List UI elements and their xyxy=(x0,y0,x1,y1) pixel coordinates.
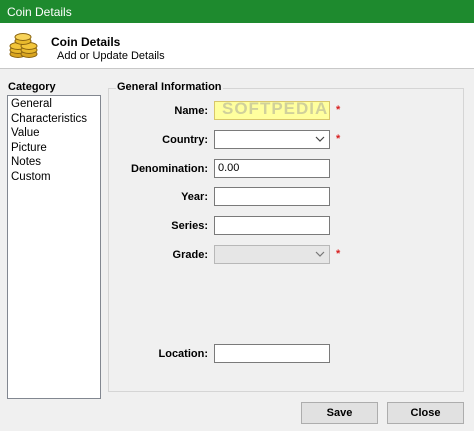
year-label: Year: xyxy=(181,191,208,203)
category-item-custom[interactable]: Custom xyxy=(11,170,97,185)
header-subtitle: Add or Update Details xyxy=(57,50,165,62)
category-item-characteristics[interactable]: Characteristics xyxy=(11,112,97,127)
chevron-down-icon xyxy=(315,136,325,142)
category-label: Category xyxy=(8,81,56,93)
category-item-notes[interactable]: Notes xyxy=(11,155,97,170)
denomination-input[interactable]: 0.00 xyxy=(214,159,330,178)
window-title: Coin Details xyxy=(7,5,72,19)
location-label: Location: xyxy=(158,348,209,360)
grade-label: Grade: xyxy=(172,249,208,261)
save-button[interactable]: Save xyxy=(301,402,378,424)
watermark: SOFTPEDIA xyxy=(222,99,329,118)
country-select[interactable] xyxy=(214,130,330,149)
chevron-down-icon xyxy=(315,251,325,257)
location-input[interactable] xyxy=(214,344,330,363)
grade-select[interactable] xyxy=(214,245,330,264)
category-list[interactable]: General Characteristics Value Picture No… xyxy=(7,95,101,399)
series-input[interactable] xyxy=(214,216,330,235)
category-item-general[interactable]: General xyxy=(11,97,97,112)
header-title: Coin Details xyxy=(51,35,121,49)
name-required-marker: * xyxy=(336,104,341,116)
title-bar: Coin Details xyxy=(0,0,474,23)
general-information-label: General Information xyxy=(116,81,223,93)
country-required-marker: * xyxy=(336,133,341,145)
name-label: Name: xyxy=(174,105,208,117)
close-button[interactable]: Close xyxy=(387,402,464,424)
series-label: Series: xyxy=(171,220,208,232)
grade-required-marker: * xyxy=(336,248,341,260)
category-item-value[interactable]: Value xyxy=(11,126,97,141)
denomination-label: Denomination: xyxy=(131,163,208,175)
header-panel: Coin Details Add or Update Details xyxy=(0,23,474,69)
country-label: Country: xyxy=(162,134,208,146)
category-item-picture[interactable]: Picture xyxy=(11,141,97,156)
coin-stack-icon xyxy=(9,33,38,58)
year-input[interactable] xyxy=(214,187,330,206)
